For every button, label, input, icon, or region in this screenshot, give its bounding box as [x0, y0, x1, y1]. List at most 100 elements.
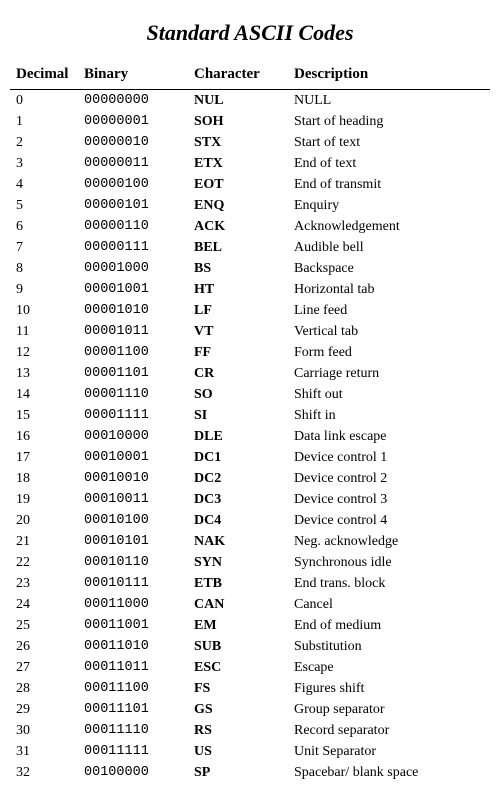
cell-decimal: 30: [10, 720, 78, 741]
table-row: 400000100EOTEnd of transmit: [10, 174, 490, 195]
cell-character: BS: [188, 258, 288, 279]
cell-decimal: 7: [10, 237, 78, 258]
cell-character: SUB: [188, 636, 288, 657]
table-row: 3100011111USUnit Separator: [10, 741, 490, 762]
cell-binary: 00011111: [78, 741, 188, 762]
table-row: 2600011010SUBSubstitution: [10, 636, 490, 657]
cell-decimal: 10: [10, 300, 78, 321]
table-row: 200000010STXStart of text: [10, 132, 490, 153]
cell-binary: 00010010: [78, 468, 188, 489]
cell-description: Line feed: [288, 300, 490, 321]
cell-description: Shift out: [288, 384, 490, 405]
cell-character: SO: [188, 384, 288, 405]
cell-description: Enquiry: [288, 195, 490, 216]
cell-description: Data link escape: [288, 426, 490, 447]
col-decimal: Decimal: [10, 62, 78, 90]
col-binary: Binary: [78, 62, 188, 90]
cell-description: Escape: [288, 657, 490, 678]
cell-character: SI: [188, 405, 288, 426]
cell-character: CAN: [188, 594, 288, 615]
table-row: 1200001100FFForm feed: [10, 342, 490, 363]
cell-description: Neg. acknowledge: [288, 531, 490, 552]
cell-character: FF: [188, 342, 288, 363]
cell-decimal: 9: [10, 279, 78, 300]
table-row: 1800010010DC2Device control 2: [10, 468, 490, 489]
cell-description: Device control 4: [288, 510, 490, 531]
table-row: 2500011001EMEnd of medium: [10, 615, 490, 636]
cell-binary: 00010100: [78, 510, 188, 531]
cell-decimal: 23: [10, 573, 78, 594]
cell-decimal: 24: [10, 594, 78, 615]
cell-character: DC4: [188, 510, 288, 531]
cell-decimal: 1: [10, 111, 78, 132]
table-row: 2100010101NAKNeg. acknowledge: [10, 531, 490, 552]
cell-decimal: 27: [10, 657, 78, 678]
cell-binary: 00011110: [78, 720, 188, 741]
cell-character: ETB: [188, 573, 288, 594]
cell-description: End of transmit: [288, 174, 490, 195]
cell-description: Group separator: [288, 699, 490, 720]
cell-description: End of text: [288, 153, 490, 174]
cell-character: FS: [188, 678, 288, 699]
cell-binary: 00000011: [78, 153, 188, 174]
table-row: 1500001111SIShift in: [10, 405, 490, 426]
col-character: Character: [188, 62, 288, 90]
cell-character: NAK: [188, 531, 288, 552]
cell-decimal: 32: [10, 762, 78, 783]
cell-binary: 00001100: [78, 342, 188, 363]
cell-decimal: 25: [10, 615, 78, 636]
cell-description: Shift in: [288, 405, 490, 426]
cell-description: End of medium: [288, 615, 490, 636]
col-description: Description: [288, 62, 490, 90]
cell-binary: 00001011: [78, 321, 188, 342]
cell-character: ACK: [188, 216, 288, 237]
cell-description: Audible bell: [288, 237, 490, 258]
table-row: 2400011000CANCancel: [10, 594, 490, 615]
cell-description: Backspace: [288, 258, 490, 279]
cell-binary: 00001110: [78, 384, 188, 405]
cell-binary: 00000010: [78, 132, 188, 153]
table-row: 800001000BSBackspace: [10, 258, 490, 279]
cell-decimal: 3: [10, 153, 78, 174]
cell-binary: 00010001: [78, 447, 188, 468]
cell-binary: 00011010: [78, 636, 188, 657]
cell-decimal: 13: [10, 363, 78, 384]
cell-binary: 00011101: [78, 699, 188, 720]
cell-description: Device control 1: [288, 447, 490, 468]
cell-description: Device control 2: [288, 468, 490, 489]
cell-binary: 00001101: [78, 363, 188, 384]
cell-decimal: 0: [10, 90, 78, 112]
cell-binary: 00000000: [78, 90, 188, 112]
cell-binary: 00001000: [78, 258, 188, 279]
cell-decimal: 15: [10, 405, 78, 426]
table-row: 900001001HTHorizontal tab: [10, 279, 490, 300]
cell-character: GS: [188, 699, 288, 720]
cell-description: Vertical tab: [288, 321, 490, 342]
cell-binary: 00010101: [78, 531, 188, 552]
cell-binary: 00001010: [78, 300, 188, 321]
table-row: 2200010110SYNSynchronous idle: [10, 552, 490, 573]
cell-description: Record separator: [288, 720, 490, 741]
cell-binary: 00010111: [78, 573, 188, 594]
cell-binary: 00100000: [78, 762, 188, 783]
cell-decimal: 11: [10, 321, 78, 342]
cell-decimal: 31: [10, 741, 78, 762]
cell-character: SP: [188, 762, 288, 783]
cell-description: Horizontal tab: [288, 279, 490, 300]
table-row: 3200100000SPSpacebar/ blank space: [10, 762, 490, 783]
table-row: 3000011110RSRecord separator: [10, 720, 490, 741]
cell-decimal: 16: [10, 426, 78, 447]
cell-binary: 00011000: [78, 594, 188, 615]
cell-decimal: 28: [10, 678, 78, 699]
table-row: 2300010111ETBEnd trans. block: [10, 573, 490, 594]
cell-description: End trans. block: [288, 573, 490, 594]
cell-decimal: 2: [10, 132, 78, 153]
cell-binary: 00001001: [78, 279, 188, 300]
cell-binary: 00000101: [78, 195, 188, 216]
cell-decimal: 17: [10, 447, 78, 468]
table-row: 1600010000DLEData link escape: [10, 426, 490, 447]
cell-character: EM: [188, 615, 288, 636]
cell-character: ETX: [188, 153, 288, 174]
table-row: 1300001101CRCarriage return: [10, 363, 490, 384]
cell-description: NULL: [288, 90, 490, 112]
